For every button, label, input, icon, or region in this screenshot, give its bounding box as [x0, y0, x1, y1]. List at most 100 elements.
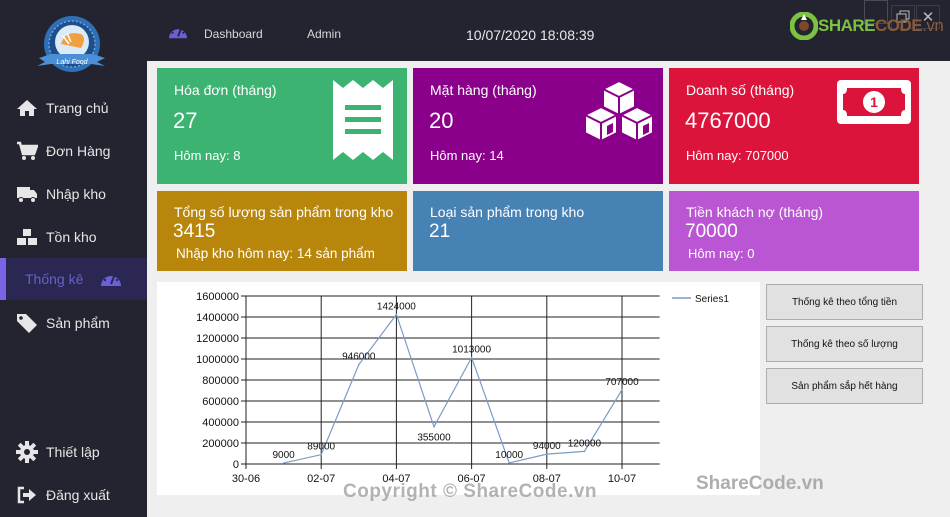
y-tick-label: 1200000: [196, 333, 239, 345]
logo: Lahi Food: [33, 14, 111, 80]
data-point: [395, 313, 398, 316]
data-label: 10000: [495, 450, 523, 461]
sidebar: Lahi Food Trang chủ Đơn Hàng Nhập kho Tồ…: [0, 0, 147, 517]
x-tick-label: 10-07: [608, 473, 636, 485]
card-value: 21: [429, 221, 451, 242]
gear-icon: [15, 441, 39, 463]
card-sub: Hôm nay: 8: [174, 148, 241, 163]
card-customer-debt: Tiền khách nợ (tháng) 70000 Hôm nay: 0: [669, 191, 919, 271]
truck-icon: [15, 183, 39, 205]
card-invoices: Hóa đơn (tháng) 27 Hôm nay: 8: [157, 68, 407, 184]
x-tick-label: 30-06: [232, 473, 260, 485]
x-tick-label: 02-07: [307, 473, 335, 485]
card-sub: Hôm nay: 707000: [686, 148, 789, 163]
data-point: [583, 450, 586, 453]
data-point: [320, 453, 322, 456]
watermark-brand-a: SHARE: [818, 16, 876, 35]
sign-out-icon: [15, 484, 39, 506]
data-point: [358, 363, 360, 366]
low-stock-products-button[interactable]: Sản phẩm sắp hết hàng: [766, 368, 923, 404]
money-bill-icon: 1: [837, 80, 911, 129]
sidebar-item-label: Đơn Hàng: [46, 143, 111, 159]
revenue-chart-panel: 0 200000 400000 600000 800000 1000000 1200000 1…: [157, 282, 760, 495]
y-tick-label: 600000: [202, 396, 239, 408]
watermark-brand-b: CODE: [875, 16, 923, 35]
sidebar-item-dang-xuat[interactable]: Đăng xuất: [0, 474, 147, 516]
data-label: 94000: [533, 441, 561, 452]
svg-text:1: 1: [870, 94, 878, 110]
dashboard-gauge-icon: [167, 22, 189, 45]
cubes-icon: [583, 79, 655, 147]
sidebar-item-label: Thống kê: [25, 271, 84, 287]
card-title: Hóa đơn (tháng): [174, 82, 277, 98]
data-point: [470, 356, 473, 359]
copyright-watermark: Copyright © ShareCode.vn: [343, 481, 598, 502]
data-label: 1013000: [452, 345, 491, 356]
y-tick-label: 200000: [202, 438, 239, 450]
data-label: 120000: [568, 438, 602, 449]
data-point: [433, 425, 435, 428]
sharecode-logo-icon: [790, 12, 818, 40]
sidebar-item-trang-chu[interactable]: Trang chủ: [0, 87, 147, 129]
sidebar-item-label: Sản phẩm: [46, 315, 110, 331]
watermark-brand-c: .vn: [922, 16, 944, 35]
card-title: Mặt hàng (tháng): [430, 82, 537, 98]
data-label: 89000: [307, 442, 335, 453]
main-content: Hóa đơn (tháng) 27 Hôm nay: 8 Mặt hàng (…: [147, 61, 950, 517]
card-revenue: Doanh số (tháng) 4767000 Hôm nay: 707000…: [669, 68, 919, 184]
y-tick-label: 1400000: [196, 312, 239, 324]
y-tick-label: 800000: [202, 375, 239, 387]
card-value: 27: [173, 108, 198, 133]
card-sub: Nhập kho hôm nay: 14 sản phẩm: [176, 246, 375, 261]
card-items: Mặt hàng (tháng) 20 Hôm nay: 14: [413, 68, 663, 184]
boxes-icon: [15, 226, 39, 248]
data-point: [546, 453, 548, 455]
gauge-icon: [99, 268, 123, 291]
current-user: Admin: [307, 27, 342, 41]
y-tick-label: 1600000: [196, 291, 239, 303]
card-title: Loại sản phẩm trong kho: [430, 204, 585, 220]
card-total-stock: Tổng số lượng sản phẩm trong kho 3415 Nh…: [157, 191, 407, 271]
card-value: 3415: [173, 221, 216, 242]
app-window: Lahi Food Trang chủ Đơn Hàng Nhập kho Tồ…: [0, 0, 950, 517]
sidebar-item-label: Tồn kho: [46, 229, 97, 245]
sidebar-item-thiet-lap[interactable]: Thiết lập: [0, 431, 147, 473]
sidebar-item-thong-ke[interactable]: Thống kê: [0, 258, 147, 300]
data-label: 946000: [342, 352, 376, 363]
active-indicator: [0, 258, 6, 300]
data-label: 1424000: [377, 301, 416, 312]
tag-icon: [15, 312, 39, 334]
sidebar-item-label: Thiết lập: [46, 444, 100, 460]
sidebar-item-san-pham[interactable]: Sản phẩm: [0, 302, 147, 344]
card-title: Doanh số (tháng): [686, 82, 795, 98]
data-label: 707000: [605, 377, 639, 388]
stats-by-quantity-button[interactable]: Thống kê theo số lượng: [766, 326, 923, 362]
cart-icon: [15, 140, 39, 162]
section-title: Dashboard: [204, 27, 263, 41]
sidebar-item-label: Trang chủ: [46, 100, 109, 116]
data-label: 355000: [417, 433, 451, 444]
sidebar-item-nhap-kho[interactable]: Nhập kho: [0, 173, 147, 215]
revenue-line-chart: 0 200000 400000 600000 800000 1000000 1200000 1…: [196, 291, 729, 485]
legend-label: Series1: [695, 294, 729, 305]
card-product-types: Loại sản phẩm trong kho 21: [413, 191, 663, 271]
y-tick-label: 1000000: [196, 354, 239, 366]
card-sub: Hôm nay: 14: [430, 148, 504, 163]
sidebar-item-label: Đăng xuất: [46, 487, 110, 503]
card-value: 70000: [685, 221, 738, 242]
home-icon: [15, 97, 39, 119]
stats-by-total-button[interactable]: Thống kê theo tổng tiền: [766, 284, 923, 320]
sharecode-watermark: ShareCode.vn: [696, 473, 824, 494]
card-title: Tiền khách nợ (tháng): [686, 204, 824, 220]
y-tick-label: 0: [233, 459, 239, 471]
data-point: [621, 388, 623, 391]
logo-text: Lahi Food: [56, 59, 88, 66]
card-sub: Hôm nay: 0: [688, 246, 755, 261]
receipt-icon: [333, 80, 393, 165]
sidebar-item-don-hang[interactable]: Đơn Hàng: [0, 130, 147, 172]
sidebar-item-label: Nhập kho: [46, 186, 106, 202]
sidebar-item-ton-kho[interactable]: Tồn kho: [0, 216, 147, 258]
card-value: 20: [429, 108, 454, 133]
header-bar: Dashboard Admin 10/07/2020 18:08:39 ✕ SH…: [147, 0, 950, 61]
data-point: [282, 462, 285, 464]
